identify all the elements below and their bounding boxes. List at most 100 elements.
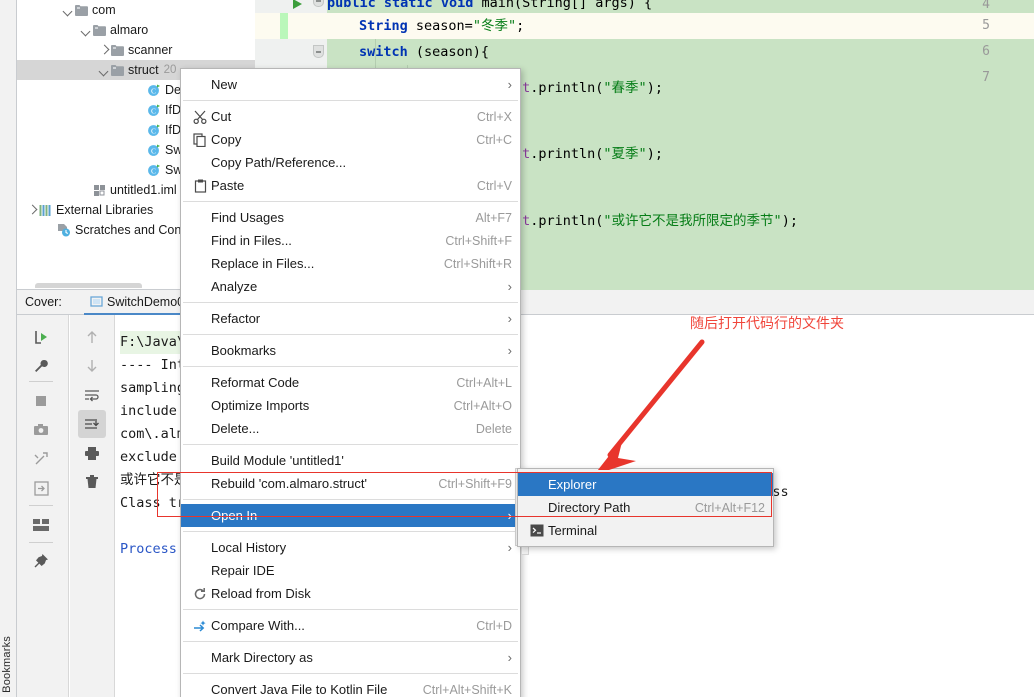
menu-item-directory-path[interactable]: Directory Path Ctrl+Alt+F12	[518, 496, 773, 519]
java-class-icon: C	[147, 83, 161, 97]
menu-item-explorer[interactable]: Explorer	[518, 473, 773, 496]
menu-item-delete[interactable]: Delete... Delete	[181, 417, 520, 440]
tree-item-label: untitled1.iml	[110, 183, 177, 197]
run-toolbar-second	[70, 315, 115, 697]
menu-item-find-usages[interactable]: Find Usages Alt+F7	[181, 206, 520, 229]
menu-separator	[183, 366, 518, 367]
menu-item-copy-path-reference[interactable]: Copy Path/Reference...	[181, 151, 520, 174]
menu-item-refactor[interactable]: Refactor ›	[181, 307, 520, 330]
line-number: 4	[982, 0, 990, 12]
menu-item-label: Cut	[211, 109, 232, 124]
context-menu[interactable]: New › Cut Ctrl+X Copy Ctrl+C Copy Path/Referen…	[180, 68, 529, 697]
code-kw: void	[440, 0, 474, 11]
code-params: (String[] args) {	[514, 0, 653, 11]
scroll-down-icon[interactable]	[78, 352, 106, 380]
terminal-icon	[526, 524, 548, 537]
run-toolbar-left	[17, 315, 69, 697]
menu-item-shortcut: Ctrl+Alt+L	[456, 375, 512, 390]
menu-item-shortcut: Ctrl+D	[476, 618, 512, 633]
chevron-down-icon[interactable]	[62, 4, 74, 16]
code-kw: switch	[359, 44, 408, 60]
settings-wrench-icon[interactable]	[27, 352, 55, 380]
run-tab-switchdemo[interactable]: SwitchDemo0	[84, 290, 191, 315]
menu-item-terminal[interactable]: Terminal	[518, 519, 773, 542]
menu-item-compare-with[interactable]: Compare With... Ctrl+D	[181, 614, 520, 637]
tree-item-almaro[interactable]: almaro	[17, 20, 255, 40]
compare-icon	[189, 619, 211, 633]
menu-item-optimize-imports[interactable]: Optimize Imports Ctrl+Alt+O	[181, 394, 520, 417]
annotation-note: 随后打开代码行的文件夹	[690, 315, 844, 331]
menu-item-rebuild-com-almaro-struct[interactable]: Rebuild 'com.almaro.struct' Ctrl+Shift+F9	[181, 472, 520, 495]
layout-icon[interactable]	[27, 511, 55, 539]
scroll-to-end-icon[interactable]	[78, 410, 106, 438]
screenshot-camera-icon[interactable]	[27, 416, 55, 444]
menu-item-reload-from-disk[interactable]: Reload from Disk	[181, 582, 520, 605]
menu-separator	[183, 444, 518, 445]
menu-item-label: Build Module 'untitled1'	[211, 453, 344, 468]
export-icon[interactable]	[27, 474, 55, 502]
menu-item-shortcut: Delete	[475, 421, 512, 436]
menu-item-repair-ide[interactable]: Repair IDE	[181, 559, 520, 582]
menu-item-replace-in-files[interactable]: Replace in Files... Ctrl+Shift+R	[181, 252, 520, 275]
menu-item-build-module-untitled1[interactable]: Build Module 'untitled1'	[181, 449, 520, 472]
scratches-icon	[57, 223, 71, 237]
suppress-icon[interactable]	[27, 445, 55, 473]
menu-item-local-history[interactable]: Local History ›	[181, 536, 520, 559]
chevron-right-icon[interactable]	[26, 204, 38, 216]
code-rest: (season){	[407, 44, 490, 60]
chevron-right-icon[interactable]	[98, 44, 110, 56]
menu-item-label: Copy Path/Reference...	[211, 155, 347, 170]
open-in-submenu[interactable]: Explorer Directory Path Ctrl+Alt+F12 Termin…	[517, 468, 774, 547]
chevron-right-icon: ›	[507, 311, 512, 326]
menu-item-label: Directory Path	[548, 500, 631, 515]
libraries-icon	[39, 204, 52, 217]
menu-item-label: Open In	[211, 508, 258, 523]
menu-item-bookmarks[interactable]: Bookmarks ›	[181, 339, 520, 362]
toolbar-separator	[29, 542, 53, 543]
scroll-up-icon[interactable]	[78, 323, 106, 351]
menu-item-shortcut: Ctrl+Shift+R	[443, 256, 512, 271]
java-class-icon: C	[147, 123, 161, 137]
soft-wrap-icon[interactable]	[78, 381, 106, 409]
menu-item-mark-directory-as[interactable]: Mark Directory as ›	[181, 646, 520, 669]
menu-item-reformat-code[interactable]: Reformat Code Ctrl+Alt+L	[181, 371, 520, 394]
tree-item-scanner[interactable]: scanner	[17, 40, 255, 60]
menu-item-label: Find Usages	[211, 210, 284, 225]
rerun-icon[interactable]	[27, 323, 55, 351]
chevron-down-icon[interactable]	[80, 24, 92, 36]
tree-item-label: External Libraries	[56, 203, 154, 217]
code-kw: String	[359, 18, 408, 34]
pin-icon[interactable]	[27, 547, 55, 575]
clipboard-icon	[189, 179, 211, 193]
trash-icon[interactable]	[78, 468, 106, 496]
menu-item-new[interactable]: New ›	[181, 73, 520, 96]
menu-item-convert-java-file-to-kotlin-file[interactable]: Convert Java File to Kotlin File Ctrl+Alt…	[181, 678, 520, 697]
stop-icon[interactable]	[27, 387, 55, 415]
tree-item-label: almaro	[110, 23, 149, 37]
menu-item-label: Replace in Files...	[211, 256, 315, 271]
svg-text:C: C	[151, 107, 156, 116]
svg-text:C: C	[151, 147, 156, 156]
run-panel-header: Cover: SwitchDemo0	[17, 290, 1034, 315]
tree-item-label: Scratches and Consc	[75, 223, 194, 237]
sidebar-item-bookmarks[interactable]: Bookmarks	[1, 636, 13, 693]
menu-item-copy[interactable]: Copy Ctrl+C	[181, 128, 520, 151]
chevron-down-icon[interactable]	[98, 64, 110, 76]
left-tool-strip: Bookmarks	[0, 0, 17, 697]
run-gutter-icon[interactable]	[293, 0, 302, 9]
menu-item-analyze[interactable]: Analyze ›	[181, 275, 520, 298]
tree-horizontal-scrollbar[interactable]	[35, 283, 142, 288]
fold-marker-icon[interactable]	[313, 45, 324, 58]
code-string: "冬季"	[472, 18, 517, 34]
print-icon[interactable]	[78, 439, 106, 467]
menu-item-open-in[interactable]: Open In ›	[181, 504, 520, 527]
menu-item-cut[interactable]: Cut Ctrl+X	[181, 105, 520, 128]
menu-item-find-in-files[interactable]: Find in Files... Ctrl+Shift+F	[181, 229, 520, 252]
folder-icon	[93, 24, 106, 36]
tree-item-com[interactable]: com	[17, 0, 255, 20]
chevron-right-icon: ›	[507, 650, 512, 665]
menu-item-paste[interactable]: Paste Ctrl+V	[181, 174, 520, 197]
